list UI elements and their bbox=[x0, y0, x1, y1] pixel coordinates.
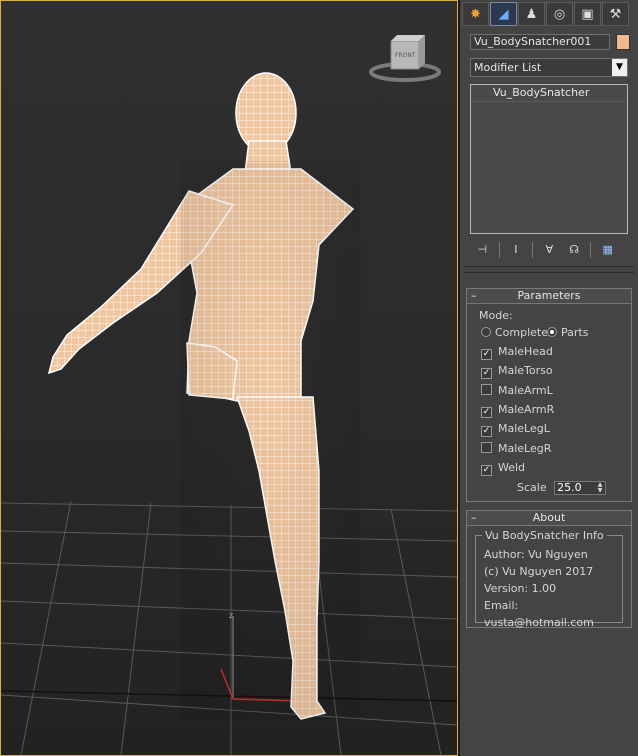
remove-modifier-icon[interactable]: ☊ bbox=[566, 242, 583, 258]
pin-stack-icon[interactable]: ⊣ bbox=[474, 242, 491, 258]
modify-icon: ◢ bbox=[498, 6, 509, 22]
email-text: Email: vusta@hotmail.com bbox=[484, 599, 594, 629]
malelegl-checkbox[interactable]: ✓ MaleLegL bbox=[481, 422, 550, 437]
chevron-down-icon: ▼ bbox=[612, 59, 627, 76]
modifier-stack[interactable]: Vu_BodySnatcher bbox=[470, 84, 628, 234]
hierarchy-tab[interactable]: ♟ bbox=[518, 2, 545, 26]
parameters-rollout-header[interactable]: – Parameters bbox=[467, 289, 631, 304]
info-group: Vu BodySnatcher Info Author: Vu Nguyen (… bbox=[475, 529, 623, 629]
mode-parts-radio[interactable]: Parts bbox=[547, 326, 588, 340]
modifier-stack-item[interactable]: Vu_BodySnatcher bbox=[471, 85, 627, 102]
checkbox-label: Weld bbox=[498, 461, 526, 474]
scale-value: 25.0 bbox=[557, 481, 582, 494]
create-icon: ✸ bbox=[470, 6, 481, 22]
version-text: Version: 1.00 bbox=[484, 582, 557, 595]
motion-tab[interactable]: ◎ bbox=[546, 2, 573, 26]
display-tab[interactable]: ▣ bbox=[574, 2, 601, 26]
z-axis-label: z bbox=[229, 611, 234, 620]
mode-complete-radio[interactable]: Complete bbox=[481, 326, 548, 340]
radio-button bbox=[481, 327, 491, 337]
checkbox-label: MaleArmL bbox=[498, 384, 553, 397]
modifier-list-label: Modifier List bbox=[474, 61, 542, 74]
object-color-swatch[interactable] bbox=[616, 34, 630, 50]
human-mesh bbox=[47, 72, 361, 721]
mode-parts-label: Parts bbox=[561, 326, 589, 339]
weld-checkbox[interactable]: ✓ Weld bbox=[481, 461, 526, 476]
about-rollout-header[interactable]: – About bbox=[467, 511, 631, 526]
mode-label: Mode: bbox=[479, 309, 513, 322]
parameters-rollout: – Parameters Mode: Complete Parts ✓ MaleH… bbox=[466, 288, 632, 502]
parameters-title: Parameters bbox=[517, 289, 581, 302]
check-icon: ✓ bbox=[481, 426, 492, 437]
check-icon: ✓ bbox=[481, 349, 492, 360]
display-icon: ▣ bbox=[581, 6, 594, 22]
about-title: About bbox=[532, 511, 566, 524]
checkbox-label: MaleArmR bbox=[498, 403, 555, 416]
radio-button-selected bbox=[547, 327, 557, 337]
toolbar-divider bbox=[532, 242, 534, 258]
create-tab[interactable]: ✸ bbox=[462, 2, 489, 26]
collapse-icon: – bbox=[471, 289, 477, 302]
checkbox-label: MaleLegL bbox=[498, 422, 550, 435]
maleheads-checkbox[interactable]: ✓ MaleHead bbox=[481, 345, 553, 360]
object-name-field[interactable]: Vu_BodySnatcher001 bbox=[470, 34, 610, 50]
perspective-viewport[interactable]: FRONT z bbox=[0, 0, 458, 756]
malearmr-checkbox[interactable]: ✓ MaleArmR bbox=[481, 403, 555, 418]
panel-divider bbox=[464, 272, 634, 273]
modifier-list-dropdown[interactable]: Modifier List ▼ bbox=[470, 58, 628, 77]
modifier-stack-toolbar: ⊣ I ∀ ☊ ▦ bbox=[474, 241, 624, 259]
copyright-text: (c) Vu Nguyen 2017 bbox=[484, 565, 594, 578]
viewport-scene bbox=[1, 35, 457, 755]
spinner-arrows-icon[interactable]: ▲ ▼ bbox=[595, 482, 605, 494]
hierarchy-icon: ♟ bbox=[525, 6, 538, 22]
empty-checkbox-icon bbox=[481, 442, 492, 453]
check-icon: ✓ bbox=[481, 368, 492, 379]
collapse-icon: – bbox=[471, 511, 477, 524]
info-group-title: Vu BodySnatcher Info bbox=[482, 529, 607, 542]
about-rollout: – About Vu BodySnatcher Info Author: Vu … bbox=[466, 510, 632, 629]
utilities-tab[interactable]: ⚒ bbox=[602, 2, 629, 26]
checkbox-label: MaleLegR bbox=[498, 442, 552, 455]
toolbar-divider bbox=[498, 242, 500, 258]
panel-divider bbox=[464, 266, 634, 267]
checkbox-label: MaleTorso bbox=[498, 364, 553, 377]
scale-spinner[interactable]: 25.0 ▲ ▼ bbox=[554, 481, 607, 495]
command-panel: ✸ ◢ ♟ ◎ ▣ ⚒ Vu_BodySnatcher001 Modifier … bbox=[460, 0, 638, 756]
empty-checkbox-icon bbox=[481, 384, 492, 395]
maletorso-checkbox[interactable]: ✓ MaleTorso bbox=[481, 364, 553, 379]
mode-complete-label: Complete bbox=[495, 326, 549, 339]
malearml-checkbox[interactable]: MaleArmL bbox=[481, 384, 553, 398]
scale-label: Scale bbox=[517, 481, 547, 494]
scale-control: Scale 25.0 ▲ ▼ bbox=[517, 481, 607, 495]
check-icon: ✓ bbox=[481, 407, 492, 418]
show-end-result-icon[interactable]: I bbox=[508, 242, 525, 258]
make-unique-icon[interactable]: ∀ bbox=[541, 242, 558, 258]
author-text: Author: Vu Nguyen bbox=[484, 548, 588, 561]
malelegr-checkbox[interactable]: MaleLegR bbox=[481, 442, 551, 456]
motion-icon: ◎ bbox=[553, 6, 566, 22]
check-icon: ✓ bbox=[481, 465, 492, 476]
checkbox-label: MaleHead bbox=[498, 345, 553, 358]
viewcube-front-label: FRONT bbox=[395, 52, 416, 59]
modify-tab[interactable]: ◢ bbox=[490, 2, 517, 26]
command-panel-tabs: ✸ ◢ ♟ ◎ ▣ ⚒ bbox=[462, 2, 634, 28]
configure-modifier-sets-icon[interactable]: ▦ bbox=[599, 242, 616, 258]
toolbar-divider bbox=[590, 242, 592, 258]
utilities-icon: ⚒ bbox=[609, 6, 622, 22]
